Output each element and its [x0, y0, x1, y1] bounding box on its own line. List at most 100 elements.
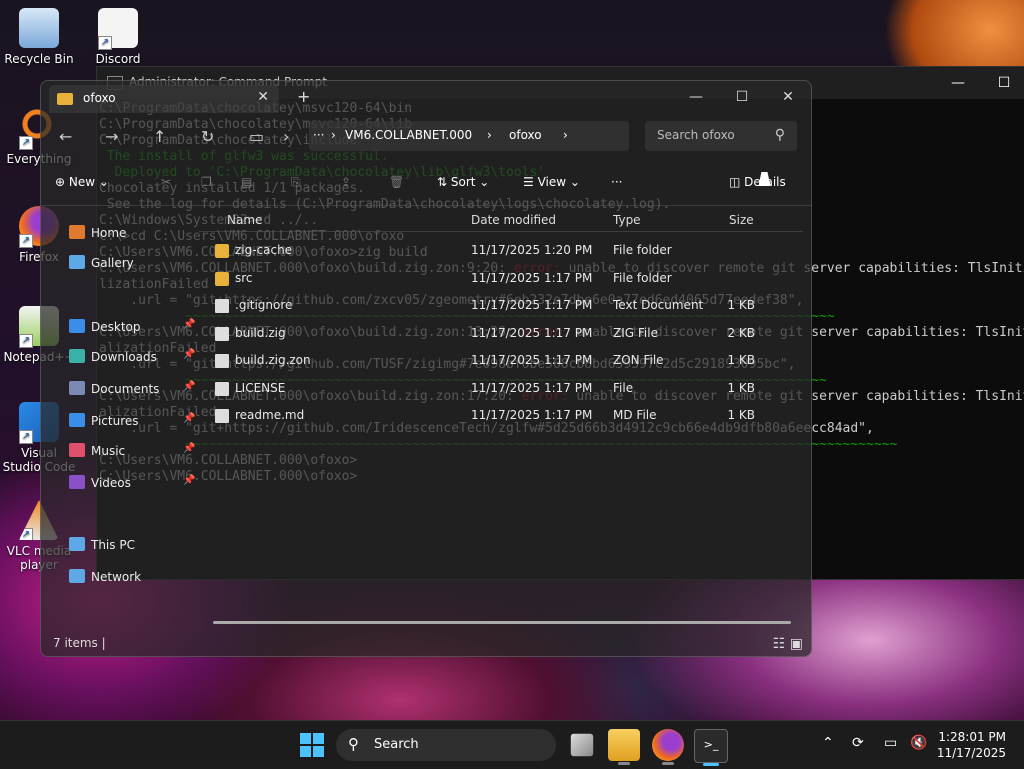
explorer-tab[interactable]: ofoxo ✕: [49, 85, 279, 113]
task-view-icon[interactable]: [570, 733, 594, 757]
sidebar-item-documents[interactable]: Documents 📌: [69, 381, 195, 403]
cut-icon[interactable]: ✂: [161, 175, 171, 189]
search-box[interactable]: Search ofoxo ⚲: [645, 121, 797, 151]
explorer-minimize-button[interactable]: —: [673, 81, 719, 113]
desktop-icon-discord[interactable]: ↗ Discord: [80, 8, 156, 66]
taskbar-search[interactable]: ⚲ Search: [336, 729, 556, 761]
sidebar-item-pictures[interactable]: Pictures 📌: [69, 413, 195, 435]
back-arrow-icon[interactable]: ←: [59, 127, 72, 146]
terminal-taskbar-icon[interactable]: >_: [694, 729, 728, 766]
chevron-up-icon[interactable]: ⌃: [822, 735, 834, 751]
file-row[interactable]: zig-cache 11/17/2025 1:20 PM File folder: [199, 237, 803, 265]
rename-icon[interactable]: ⎘: [291, 175, 301, 190]
sidebar-item-home[interactable]: Home: [69, 225, 126, 247]
sidebar-item-downloads[interactable]: Downloads 📌: [69, 349, 195, 371]
system-clock[interactable]: 1:28:01 PM 11/17/2025: [937, 729, 1006, 761]
file-explorer-window[interactable]: ofoxo ✕ + — ☐ ✕ ← → ↑ ↻ ▭ › ··· › VM6.CO…: [40, 80, 812, 657]
share-icon[interactable]: ⇪: [341, 175, 351, 189]
this-pc-icon: [69, 537, 85, 551]
file-row[interactable]: build.zig 11/17/2025 1:17 PM ZIG File 2 KB: [199, 320, 803, 348]
explorer-navbar: ← → ↑ ↻ ▭ › ··· › VM6.COLLABNET.000 › of…: [41, 115, 811, 157]
up-arrow-icon[interactable]: ↑: [153, 127, 166, 146]
file-row[interactable]: src 11/17/2025 1:17 PM File folder: [199, 265, 803, 293]
file-size: 1 KB: [727, 298, 755, 312]
view-button-label: View: [537, 175, 567, 189]
update-icon[interactable]: ⟳: [852, 735, 864, 751]
new-tab-button[interactable]: +: [297, 87, 310, 106]
sort-button[interactable]: ⇅ Sort ⌄: [437, 175, 489, 189]
file-name: LICENSE: [235, 380, 286, 395]
file-row[interactable]: .gitignore 11/17/2025 1:17 PM Text Documen…: [199, 292, 803, 320]
new-button[interactable]: ⊕ New ⌄: [55, 175, 109, 189]
delete-icon[interactable]: 🗑: [389, 175, 404, 189]
sidebar-item-desktop[interactable]: Desktop 📌: [69, 319, 195, 341]
file-row[interactable]: readme.md 11/17/2025 1:17 PM MD File 1 KB: [199, 402, 803, 430]
start-button[interactable]: [300, 733, 324, 757]
chevron-right-icon: ›: [563, 128, 568, 142]
file-type: ZON File: [613, 353, 664, 367]
chevron-right-icon: ›: [331, 128, 336, 142]
desktop-icon: [69, 319, 85, 333]
sidebar-item-music[interactable]: Music 📌: [69, 443, 195, 465]
windows-logo-pane: [313, 733, 324, 744]
copy-icon[interactable]: ❐: [201, 175, 212, 189]
file-explorer-taskbar-icon[interactable]: [608, 729, 640, 765]
network-icon: [69, 569, 85, 583]
cmd-maximize-button[interactable]: ☐: [981, 67, 1024, 99]
monitor-icon[interactable]: ▭: [884, 735, 897, 751]
explorer-sidebar: Home Gallery Desktop 📌 Downloads 📌 Documents 📌 P…: [41, 209, 195, 626]
column-header-type[interactable]: Type: [613, 213, 641, 227]
sidebar-item-label: Documents: [91, 382, 160, 396]
sidebar-item-this-pc[interactable]: This PC: [69, 537, 135, 559]
sidebar-item-videos[interactable]: Videos 📌: [69, 475, 195, 497]
more-options-button[interactable]: ···: [611, 175, 622, 189]
pin-icon: 📌: [183, 413, 196, 424]
forward-arrow-icon[interactable]: →: [105, 127, 118, 146]
refresh-icon[interactable]: ↻: [201, 127, 214, 146]
sidebar-item-network[interactable]: Network: [69, 569, 141, 591]
folder-icon: [215, 271, 229, 286]
breadcrumb-item[interactable]: VM6.COLLABNET.000: [345, 128, 472, 142]
column-header-size[interactable]: Size: [729, 213, 754, 227]
file-size: 1 KB: [727, 380, 755, 395]
shortcut-arrow-icon: ↗: [19, 430, 33, 444]
file-name: readme.md: [235, 408, 305, 422]
file-type: MD File: [613, 408, 657, 422]
file-date: 11/17/2025 1:17 PM: [471, 270, 593, 285]
monitor-icon[interactable]: ▭: [249, 127, 264, 146]
volume-muted-icon[interactable]: 🔇: [910, 735, 927, 751]
column-header-name[interactable]: Name: [227, 213, 262, 227]
firefox-taskbar-icon[interactable]: [652, 729, 684, 765]
file-list-header: Name Date modified Type Size: [199, 209, 803, 232]
view-button[interactable]: ☰ View ⌄: [523, 175, 580, 189]
file-row[interactable]: LICENSE 11/17/2025 1:17 PM File 1 KB: [199, 375, 803, 403]
sidebar-item-gallery[interactable]: Gallery: [69, 255, 134, 277]
paste-icon[interactable]: ▤: [241, 175, 252, 189]
active-indicator: [618, 762, 630, 765]
file-date: 11/17/2025 1:17 PM: [471, 298, 593, 312]
search-icon: ⚲: [348, 735, 359, 753]
close-tab-icon[interactable]: ✕: [257, 89, 269, 105]
clock-time: 1:28:01 PM: [938, 730, 1006, 744]
explorer-command-bar: ⊕ New ⌄ ✂ ❐ ▤ ⎘ ⇪ 🗑 ⇅ Sort ⌄ ☰ View ⌄ ··…: [41, 165, 811, 206]
address-bar[interactable]: ··· › VM6.COLLABNET.000 › ofoxo ›: [309, 121, 629, 151]
shortcut-arrow-icon: ↗: [19, 528, 33, 540]
file-row[interactable]: build.zig.zon 11/17/2025 1:17 PM ZON File 1…: [199, 347, 803, 375]
cmd-minimize-button[interactable]: —: [935, 67, 981, 99]
view-toggle-buttons[interactable]: ☷ ▣: [773, 636, 803, 652]
explorer-maximize-button[interactable]: ☐: [719, 81, 765, 113]
explorer-close-button[interactable]: ✕: [765, 81, 811, 113]
search-icon: ⚲: [774, 127, 785, 143]
chevron-right-icon: ›: [487, 128, 492, 142]
windows-logo-pane: [313, 746, 324, 757]
more-breadcrumbs-icon[interactable]: ···: [313, 128, 324, 142]
pin-icon: 📌: [183, 349, 196, 360]
horizontal-scrollbar[interactable]: [213, 621, 791, 624]
desktop-icon-recycle-bin[interactable]: Recycle Bin: [1, 8, 77, 66]
details-button[interactable]: ◫ Details: [729, 175, 786, 189]
breadcrumb-item[interactable]: ofoxo: [509, 128, 542, 142]
documents-icon: [69, 381, 85, 395]
file-name: zig-cache: [235, 243, 293, 257]
recycle-bin-icon: [19, 8, 59, 48]
column-header-date[interactable]: Date modified: [471, 213, 556, 227]
